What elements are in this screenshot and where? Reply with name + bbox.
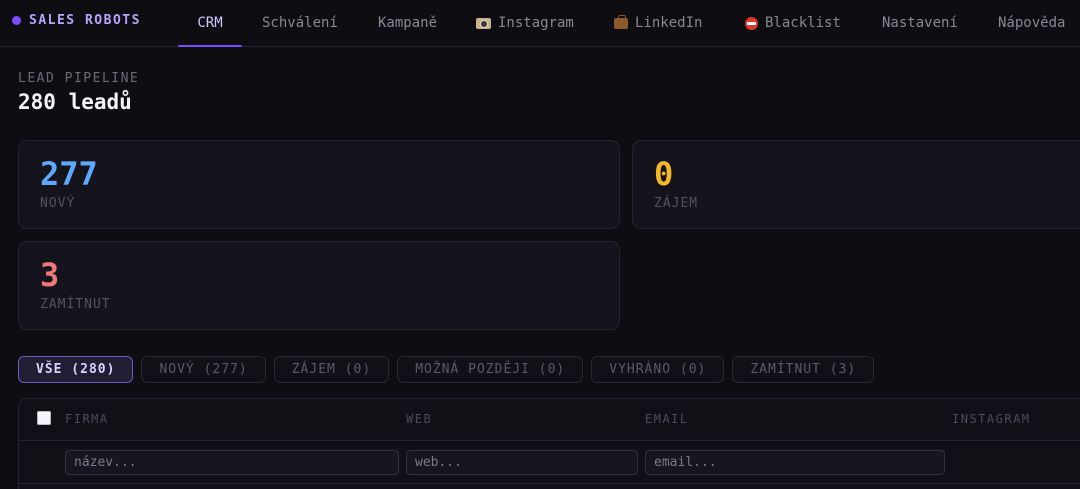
nav-tab-kampane[interactable]: Kampaně xyxy=(378,0,457,46)
filter-chip-novy[interactable]: NOVÝ (277) xyxy=(141,356,266,383)
column-header-web[interactable]: WEB xyxy=(406,412,432,426)
firma-filter-input[interactable] xyxy=(65,450,399,475)
nav-tab-blacklist[interactable]: Blacklist xyxy=(745,0,866,46)
nav-tab-instagram[interactable]: Instagram xyxy=(476,0,596,46)
stat-card-zamitnut[interactable]: 3 ZAMÍTNUT xyxy=(18,241,620,330)
table-header: FIRMA WEB EMAIL INSTAGRAM xyxy=(19,399,1080,441)
page-title: 280 leadů xyxy=(18,90,132,114)
top-navigation-bar: SALES ROBOTS CRM Schválení Kampaně Insta… xyxy=(0,0,1080,47)
column-header-email[interactable]: EMAIL xyxy=(645,412,689,426)
nav-tab-linkedin[interactable]: LinkedIn xyxy=(614,0,727,46)
row-divider xyxy=(19,483,1080,484)
nav-tab-schvaleni[interactable]: Schválení xyxy=(262,0,359,46)
web-filter-input[interactable] xyxy=(406,450,638,475)
briefcase-icon xyxy=(614,14,628,29)
camera-icon xyxy=(476,17,491,29)
filter-chip-zajem[interactable]: ZÁJEM (0) xyxy=(273,356,390,383)
nav-tab-label: Nastavení xyxy=(882,15,958,31)
column-header-instagram[interactable]: INSTAGRAM xyxy=(952,412,1031,426)
nav-tab-napoveda[interactable]: Nápověda xyxy=(998,0,1078,46)
table-filter-row xyxy=(19,442,1080,482)
brand-logo[interactable]: SALES ROBOTS xyxy=(12,11,141,29)
nav-tab-label: Nápověda xyxy=(998,15,1066,31)
nav-tab-label: Schválení xyxy=(262,15,338,31)
nav-tab-label: Kampaně xyxy=(378,15,438,31)
leads-table: FIRMA WEB EMAIL INSTAGRAM xyxy=(18,398,1080,489)
nav-tab-label: CRM xyxy=(197,15,223,31)
brand-dot-icon xyxy=(12,15,21,25)
filter-chip-vyhrano[interactable]: VYHRÁNO (0) xyxy=(591,356,725,383)
stat-label: ZÁJEM xyxy=(654,196,699,211)
stat-label: NOVÝ xyxy=(40,196,76,211)
filter-chip-mozna-pozdeji[interactable]: MOŽNÁ POZDĚJI (0) xyxy=(397,356,584,383)
brand-name: SALES ROBOTS xyxy=(29,12,141,28)
email-filter-input[interactable] xyxy=(645,450,945,475)
no-entry-icon xyxy=(745,16,758,30)
filter-chip-zamitnut[interactable]: ZAMÍTNUT (3) xyxy=(732,356,875,383)
stat-card-zajem[interactable]: 0 ZÁJEM xyxy=(632,140,1080,229)
nav-tab-nastaveni[interactable]: Nastavení xyxy=(882,0,982,46)
select-all-checkbox[interactable] xyxy=(37,411,51,425)
nav-tab-crm[interactable]: CRM xyxy=(178,0,242,47)
stat-value: 277 xyxy=(40,155,98,193)
stat-label: ZAMÍTNUT xyxy=(40,297,111,312)
nav-tab-label: Blacklist xyxy=(765,15,841,31)
column-header-firma[interactable]: FIRMA xyxy=(65,412,109,426)
stat-value: 0 xyxy=(654,155,674,193)
status-filter-chips: VŠE (280) NOVÝ (277) ZÁJEM (0) MOŽNÁ POZ… xyxy=(18,356,875,383)
stat-card-novy[interactable]: 277 NOVÝ xyxy=(18,140,620,229)
stat-value: 3 xyxy=(40,256,60,294)
filter-chip-vse[interactable]: VŠE (280) xyxy=(18,356,134,383)
nav-tab-label: LinkedIn xyxy=(635,15,703,31)
section-eyebrow: LEAD PIPELINE xyxy=(18,71,140,86)
nav-tab-label: Instagram xyxy=(498,15,574,31)
main-nav: CRM Schválení Kampaně Instagram LinkedIn… xyxy=(178,0,1078,47)
